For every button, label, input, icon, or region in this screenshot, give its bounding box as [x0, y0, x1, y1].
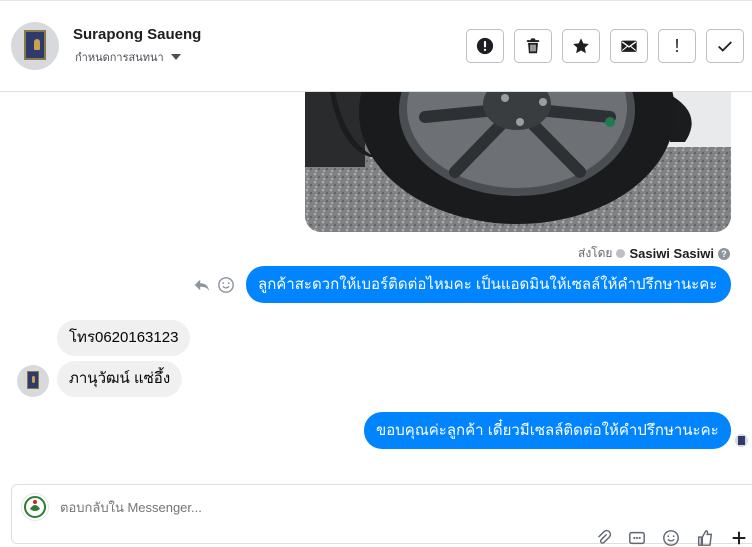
incoming-message-bubble[interactable]: ภานุวัฒน์ แซ่อึ้ง: [57, 361, 183, 397]
star-button[interactable]: [562, 29, 600, 63]
contact-avatar[interactable]: [11, 22, 59, 70]
wheel-photo-image: [305, 92, 731, 232]
top-divider: [0, 0, 752, 1]
follow-up-button[interactable]: !: [658, 29, 696, 63]
contact-name[interactable]: Surapong Saueng: [73, 26, 201, 43]
report-spam-button[interactable]: [466, 29, 504, 63]
envelope-icon: [621, 40, 637, 52]
incoming-message-bubble[interactable]: โทร0620163123: [57, 320, 191, 356]
page-avatar: [21, 493, 49, 521]
emoji-reaction-icon[interactable]: [217, 276, 235, 294]
verified-dot-icon: [616, 249, 626, 258]
contact-avatar-small[interactable]: [17, 365, 49, 397]
exclamation-circle-icon: [476, 37, 494, 55]
conversation-settings-label: กำหนดการสนทนา: [75, 52, 164, 64]
seen-avatar-icon: [735, 434, 748, 447]
attachment-icon[interactable]: [594, 529, 612, 547]
conversation-header: Surapong Saueng กำหนดการสนทนา !: [0, 0, 752, 92]
saved-replies-icon[interactable]: [628, 529, 646, 547]
outgoing-message-bubble[interactable]: ขอบคุณค่ะลูกค้า เดี๋ยวมีเซลล์ติดต่อให้คำ…: [364, 412, 731, 449]
sent-by-agent: Sasiwi Sasiwi: [629, 246, 714, 261]
photo-attachment[interactable]: [305, 92, 731, 232]
trash-icon: [526, 38, 540, 54]
exclamation-icon: !: [674, 35, 680, 56]
conversation-settings-dropdown[interactable]: กำหนดการสนทนา: [75, 48, 181, 66]
emoji-icon[interactable]: [662, 529, 680, 547]
help-icon[interactable]: ?: [718, 247, 730, 260]
reply-input[interactable]: [60, 500, 560, 515]
composer-tools: [594, 529, 748, 547]
delete-button[interactable]: [514, 29, 552, 63]
check-icon: [718, 41, 732, 52]
mark-done-button[interactable]: [706, 29, 744, 63]
add-icon[interactable]: [730, 529, 748, 547]
reply-icon[interactable]: [193, 276, 211, 294]
message-tools: [193, 276, 235, 294]
caret-down-icon: [170, 54, 181, 60]
reply-composer: [11, 484, 752, 547]
mark-unread-button[interactable]: [610, 29, 648, 63]
outgoing-message-bubble[interactable]: ลูกค้าสะดวกให้เบอร์ติดต่อไหมคะ เป็นแอดมิ…: [246, 266, 731, 303]
like-icon[interactable]: [696, 529, 714, 547]
sent-by-prefix: ส่งโดย: [578, 246, 613, 260]
star-icon: [573, 38, 589, 54]
sent-by-label: ส่งโดย Sasiwi Sasiwi ?: [578, 244, 730, 263]
header-actions: !: [466, 29, 744, 63]
